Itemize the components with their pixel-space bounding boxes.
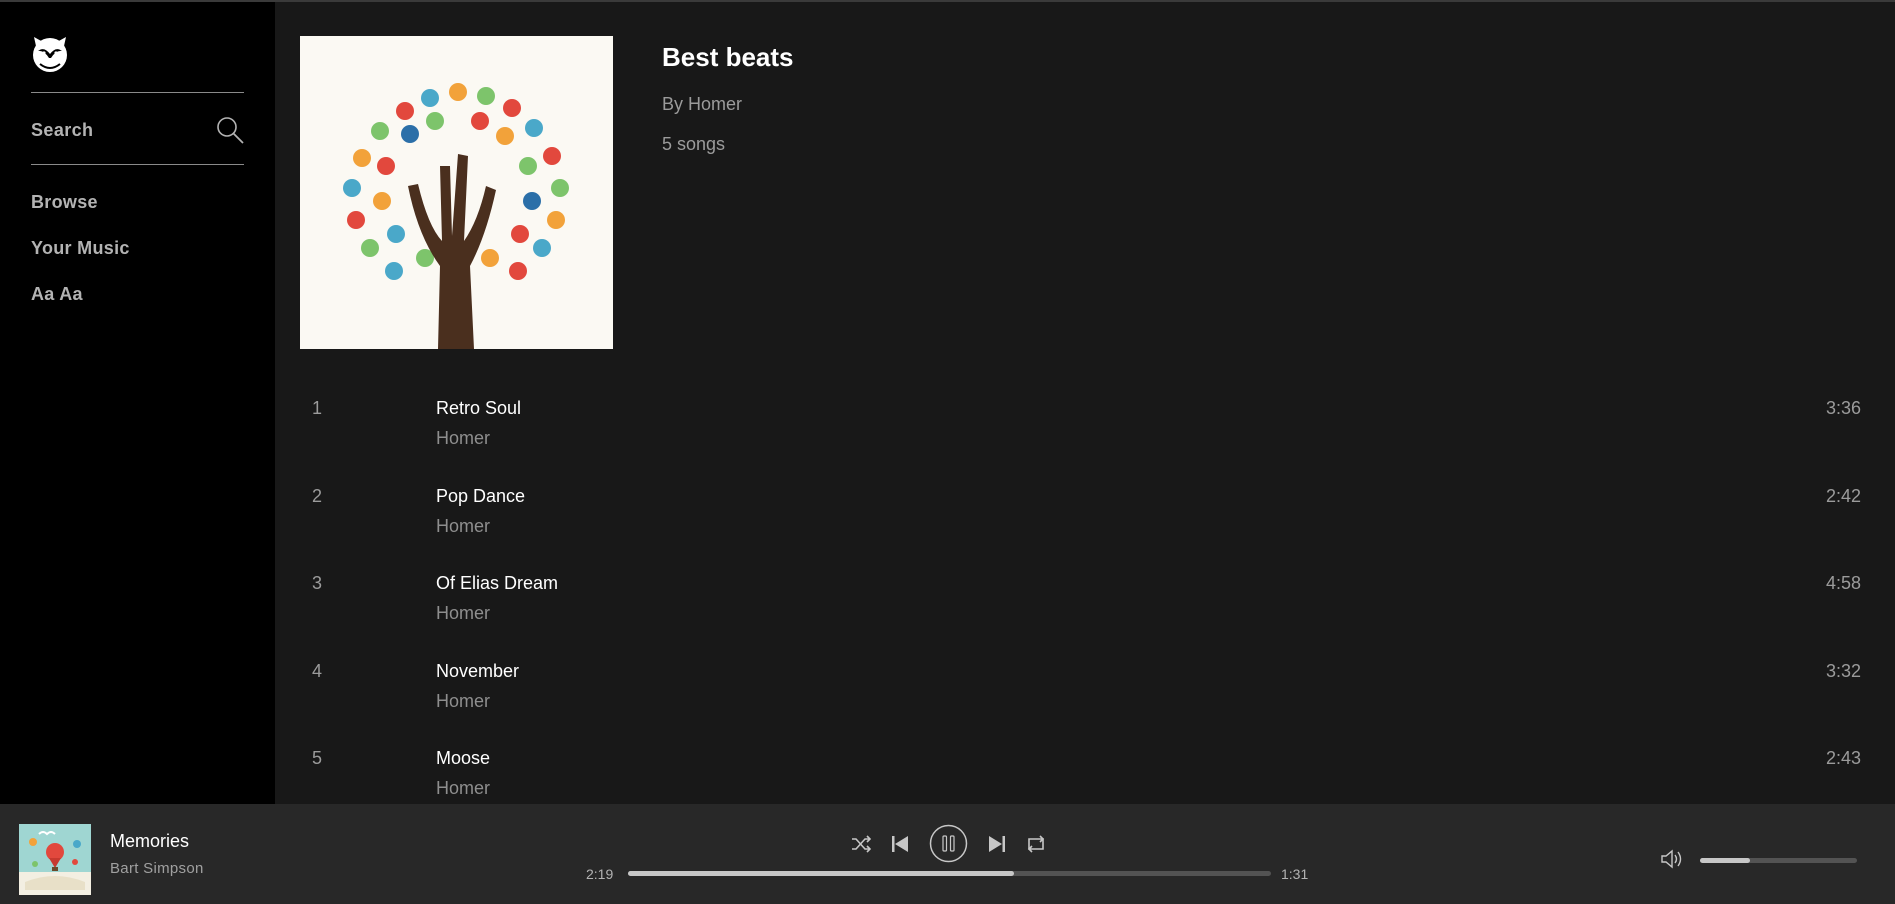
sidebar: Search Browse Your Music Aa Aa bbox=[0, 2, 275, 804]
shuffle-icon[interactable] bbox=[851, 834, 872, 854]
player-bar: Memories Bart Simpson 2:19 1:31 bbox=[0, 804, 1895, 904]
now-playing-cover-art[interactable] bbox=[19, 824, 91, 895]
track-number: 4 bbox=[312, 661, 323, 681]
track-row[interactable]: 2 Pop Dance Homer 2:42 bbox=[275, 482, 1895, 562]
playlist-title: Best beats bbox=[662, 42, 794, 72]
track-row[interactable]: 1 Retro Soul Homer 3:36 bbox=[275, 394, 1895, 474]
volume-slider[interactable] bbox=[1700, 858, 1857, 863]
main-panel: Best beats By Homer 5 songs 1 Retro Soul… bbox=[275, 2, 1895, 804]
track-number: 5 bbox=[312, 748, 323, 768]
volume-icon[interactable] bbox=[1660, 847, 1684, 871]
playlist-song-count: 5 songs bbox=[662, 134, 726, 154]
track-duration: 3:32 bbox=[1825, 661, 1861, 681]
elapsed-time: 2:19 bbox=[586, 866, 614, 882]
search-icon bbox=[216, 116, 244, 144]
previous-icon[interactable] bbox=[891, 835, 909, 853]
nav-aa-aa[interactable]: Aa Aa bbox=[31, 284, 83, 305]
playlist-owner: By Homer bbox=[662, 94, 743, 114]
track-artist[interactable]: Homer bbox=[436, 516, 490, 537]
track-duration: 3:36 bbox=[1825, 398, 1861, 418]
track-title: Of Elias Dream bbox=[436, 573, 559, 593]
track-number: 1 bbox=[312, 398, 323, 418]
track-duration: 4:58 bbox=[1825, 573, 1861, 593]
track-artist[interactable]: Homer bbox=[436, 691, 490, 712]
divider bbox=[31, 92, 244, 93]
track-title: Retro Soul bbox=[436, 398, 522, 418]
track-artist[interactable]: Homer bbox=[436, 428, 490, 449]
now-playing-title[interactable]: Memories bbox=[110, 831, 189, 852]
track-duration: 2:43 bbox=[1825, 748, 1861, 768]
fox-logo-icon[interactable] bbox=[30, 34, 70, 74]
now-playing-artist[interactable]: Bart Simpson bbox=[110, 860, 204, 877]
track-artist[interactable]: Homer bbox=[436, 603, 490, 624]
divider bbox=[31, 164, 244, 165]
track-title: November bbox=[436, 661, 520, 681]
search-label: Search bbox=[31, 120, 94, 140]
progress-bar[interactable] bbox=[628, 871, 1271, 876]
remaining-time: 1:31 bbox=[1281, 866, 1309, 882]
pause-button[interactable] bbox=[929, 824, 968, 863]
track-artist[interactable]: Homer bbox=[436, 778, 490, 799]
progress-fill bbox=[628, 871, 1014, 876]
track-row[interactable]: 4 November Homer 3:32 bbox=[275, 657, 1895, 737]
track-title: Moose bbox=[436, 748, 491, 768]
track-row[interactable]: 5 Moose Homer 2:43 bbox=[275, 744, 1895, 804]
playlist-cover-art bbox=[300, 36, 613, 349]
track-number: 3 bbox=[312, 573, 323, 593]
volume-fill bbox=[1700, 858, 1751, 863]
pause-icon bbox=[929, 824, 968, 863]
nav-your-music[interactable]: Your Music bbox=[31, 238, 130, 259]
search-button[interactable]: Search bbox=[31, 112, 244, 148]
repeat-icon[interactable] bbox=[1026, 834, 1046, 854]
track-row[interactable]: 3 Of Elias Dream Homer 4:58 bbox=[275, 569, 1895, 649]
track-title: Pop Dance bbox=[436, 486, 526, 506]
nav-browse[interactable]: Browse bbox=[31, 192, 98, 213]
next-icon[interactable] bbox=[988, 835, 1006, 853]
track-duration: 2:42 bbox=[1825, 486, 1861, 506]
track-number: 2 bbox=[312, 486, 323, 506]
